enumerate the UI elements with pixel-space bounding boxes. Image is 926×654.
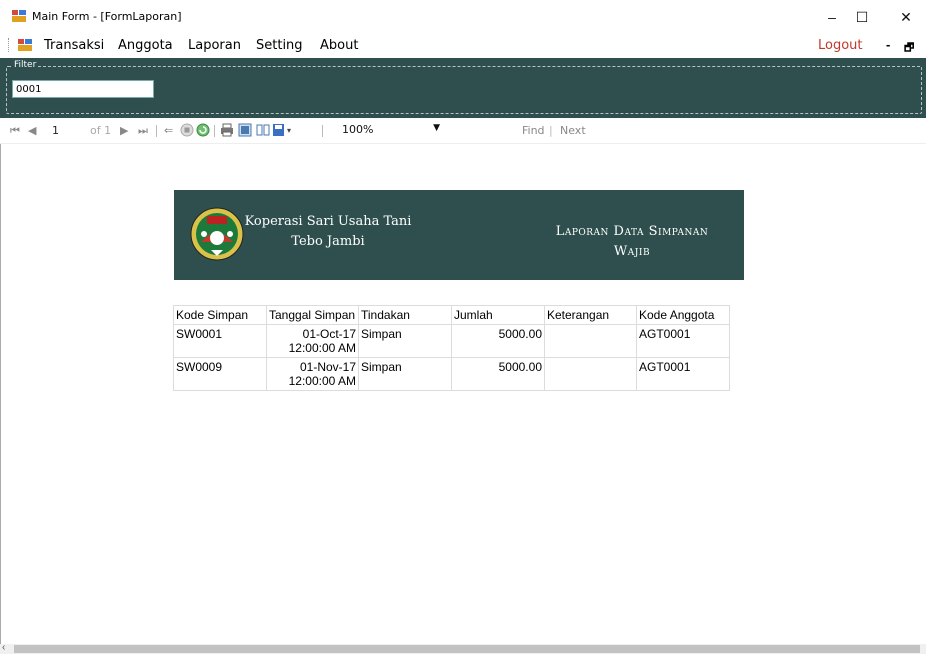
page-setup-icon[interactable] xyxy=(256,123,270,137)
kode-anggota-cell: AGT0001 xyxy=(636,357,730,391)
column-header: Tanggal Simpan xyxy=(266,305,359,325)
scrollbar-thumb[interactable] xyxy=(14,645,920,653)
tanggal-date: 01-Nov-17 xyxy=(299,360,356,374)
window-title: Main Form - [FormLaporan] xyxy=(32,10,182,23)
chevron-down-icon: ▼ xyxy=(433,123,440,133)
close-button[interactable]: ✕ xyxy=(886,4,926,30)
org-name-line2: Tebo Jambi xyxy=(291,234,365,249)
jumlah-cell: 5000.00 xyxy=(451,357,545,391)
filter-panel: Filter xyxy=(0,58,926,118)
menu-anggota[interactable]: Anggota xyxy=(118,38,173,53)
find-separator: | xyxy=(549,124,553,137)
jumlah-cell: 5000.00 xyxy=(451,324,545,358)
maximize-button[interactable]: ☐ xyxy=(842,4,882,30)
report-title-line2: Wajib xyxy=(613,244,651,259)
keterangan-cell xyxy=(544,357,637,391)
menu-about[interactable]: About xyxy=(320,38,358,53)
org-name-line1: Koperasi Sari Usaha Tani xyxy=(244,214,412,229)
keterangan-cell xyxy=(544,324,637,358)
zoom-value: 100% xyxy=(342,123,374,136)
scroll-left-icon[interactable]: ‹ xyxy=(2,642,5,653)
menu-laporan[interactable]: Laporan xyxy=(188,38,241,53)
export-dropdown-icon[interactable]: ▾ xyxy=(287,126,291,135)
kode-simpan-cell: SW0009 xyxy=(173,357,267,391)
refresh-icon[interactable] xyxy=(196,123,210,137)
stop-icon[interactable] xyxy=(180,123,194,137)
report-title: Laporan Data Simpanan Wajib xyxy=(532,222,732,262)
app-icon xyxy=(12,10,26,22)
toolbar-divider xyxy=(156,125,157,137)
menu-transaksi[interactable]: Transaksi xyxy=(44,38,104,53)
tanggal-simpan-cell: 01-Oct-17 12:00:00 AM xyxy=(266,324,359,358)
next-page-icon[interactable]: ▶ xyxy=(120,124,128,137)
column-header: Kode Simpan xyxy=(173,305,267,325)
mdi-minimize-button[interactable]: - xyxy=(886,37,890,52)
report-toolbar: ⏮ ◀ 1 of 1 ▶ ⏭ ⇐ ▾ 100% ▼ Find | Next xyxy=(0,118,926,144)
logout-menu-item[interactable]: Logout xyxy=(818,38,863,53)
tanggal-time: 12:00:00 AM xyxy=(288,341,356,355)
report-title-line1: Laporan Data Simpanan xyxy=(555,224,709,239)
report-header-banner: Koperasi Sari Usaha Tani Tebo Jambi Lapo… xyxy=(174,190,744,280)
column-header: Tindakan xyxy=(358,305,452,325)
find-next-link[interactable]: Next xyxy=(560,124,586,137)
column-header: Jumlah xyxy=(451,305,545,325)
current-page-field[interactable]: 1 xyxy=(52,124,59,137)
first-page-icon[interactable]: ⏮ xyxy=(10,124,20,138)
column-header: Keterangan xyxy=(544,305,637,325)
organization-name: Koperasi Sari Usaha Tani Tebo Jambi xyxy=(244,212,412,252)
find-link[interactable]: Find xyxy=(522,124,545,137)
menu-grip xyxy=(8,38,11,52)
mdi-restore-button[interactable]: 🗗 xyxy=(904,39,914,58)
tanggal-time: 12:00:00 AM xyxy=(288,374,356,388)
print-layout-icon[interactable] xyxy=(238,123,252,137)
print-icon[interactable] xyxy=(220,123,234,137)
last-page-icon[interactable]: ⏭ xyxy=(138,124,148,138)
tanggal-simpan-cell: 01-Nov-17 12:00:00 AM xyxy=(266,357,359,391)
table-row: SW0009 01-Nov-17 12:00:00 AM Simpan 5000… xyxy=(173,357,730,391)
mdi-child-icon[interactable] xyxy=(18,39,32,51)
toolbar-divider xyxy=(214,125,215,137)
column-header: Kode Anggota xyxy=(636,305,730,325)
tindakan-cell: Simpan xyxy=(358,357,452,391)
export-icon[interactable] xyxy=(272,123,286,137)
filter-legend: Filter xyxy=(12,60,39,70)
kode-simpan-cell: SW0001 xyxy=(173,324,267,358)
tindakan-cell: Simpan xyxy=(358,324,452,358)
title-bar: Main Form - [FormLaporan] – ☐ ✕ xyxy=(0,0,926,34)
koperasi-logo xyxy=(190,207,244,261)
table-row: SW0001 01-Oct-17 12:00:00 AM Simpan 5000… xyxy=(173,324,730,358)
zoom-select[interactable]: 100% ▼ xyxy=(330,123,444,139)
page-count-label: of 1 xyxy=(90,124,112,137)
tanggal-date: 01-Oct-17 xyxy=(302,327,356,341)
find-text-input[interactable] xyxy=(446,123,510,139)
filter-input[interactable] xyxy=(12,80,154,98)
savings-table: Kode Simpan Tanggal Simpan Tindakan Juml… xyxy=(173,305,730,391)
table-header-row: Kode Simpan Tanggal Simpan Tindakan Juml… xyxy=(173,305,730,325)
kode-anggota-cell: AGT0001 xyxy=(636,324,730,358)
menu-bar: Transaksi Anggota Laporan Setting About … xyxy=(0,34,926,58)
toolbar-divider xyxy=(322,125,323,137)
back-icon[interactable]: ⇐ xyxy=(164,124,173,137)
previous-page-icon[interactable]: ◀ xyxy=(28,124,36,137)
menu-setting[interactable]: Setting xyxy=(256,38,303,53)
horizontal-scrollbar[interactable]: ‹ xyxy=(0,642,926,654)
